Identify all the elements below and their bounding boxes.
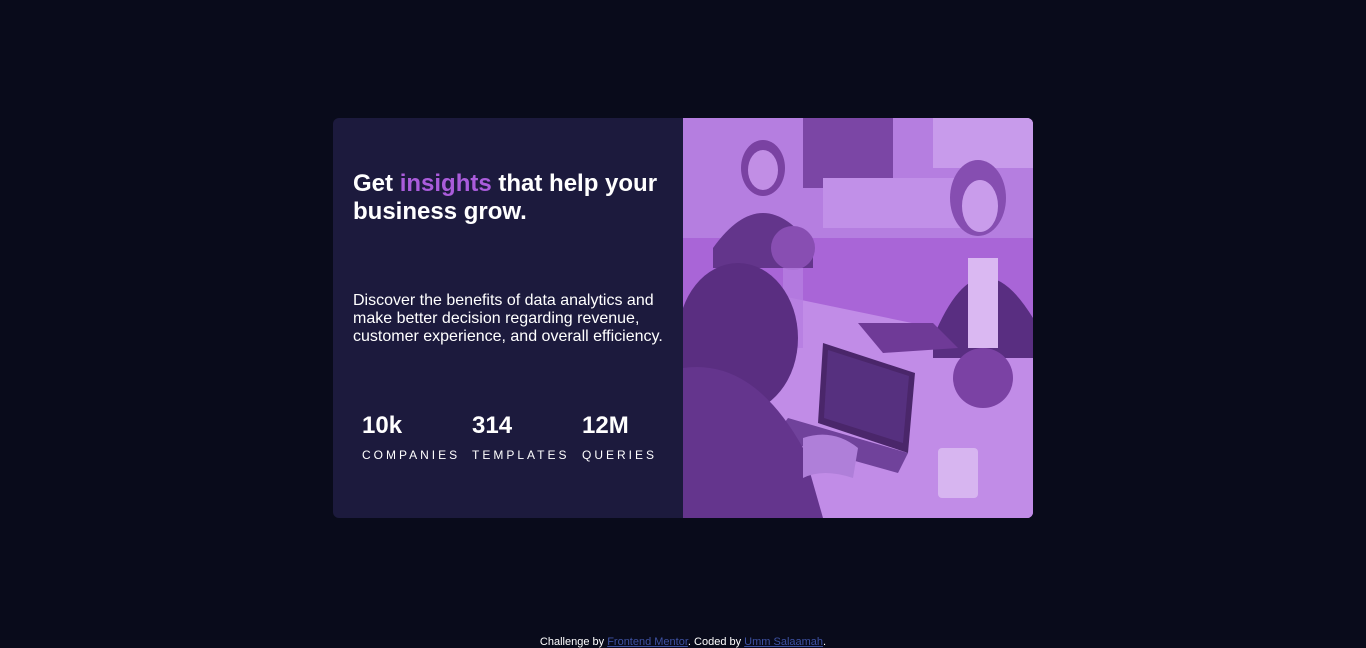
heading-accent-word: insights <box>399 170 492 197</box>
card-text-panel: Get insights that help your business gro… <box>333 118 683 518</box>
stat-value: 314 <box>472 412 513 439</box>
footer-coded-text: . Coded by <box>687 636 745 648</box>
page: Get insights that help your business gro… <box>0 0 1366 648</box>
footer-end-text: . <box>823 636 827 648</box>
stat-queries: 12M QUERIES <box>582 412 692 462</box>
card-heading: Get insights that help your business gro… <box>353 170 673 226</box>
stat-templates: 314 TEMPLATES <box>472 412 582 462</box>
heading-text-start: Get <box>353 170 400 197</box>
frontend-mentor-link[interactable]: Frontend Mentor <box>607 636 688 648</box>
author-link[interactable]: Umm Salaamah <box>744 636 823 648</box>
header-image <box>683 118 1033 518</box>
stat-label: TEMPLATES <box>472 448 570 462</box>
attribution-footer: Challenge by Frontend Mentor. Coded by U… <box>0 636 1366 648</box>
stat-value: 10k <box>362 412 403 439</box>
stats-preview-card: Get insights that help your business gro… <box>333 118 1033 518</box>
footer-challenge-text: Challenge by <box>539 636 608 648</box>
stats-row: 10k COMPANIES 314 TEMPLATES 12M QUERIES <box>362 412 692 462</box>
stat-label: QUERIES <box>582 448 658 462</box>
card-description: Discover the benefits of data analytics … <box>353 292 663 345</box>
stat-companies: 10k COMPANIES <box>362 412 472 462</box>
stat-value: 12M <box>582 412 629 439</box>
stat-label: COMPANIES <box>362 448 461 462</box>
office-photo-illustration <box>683 118 1033 518</box>
